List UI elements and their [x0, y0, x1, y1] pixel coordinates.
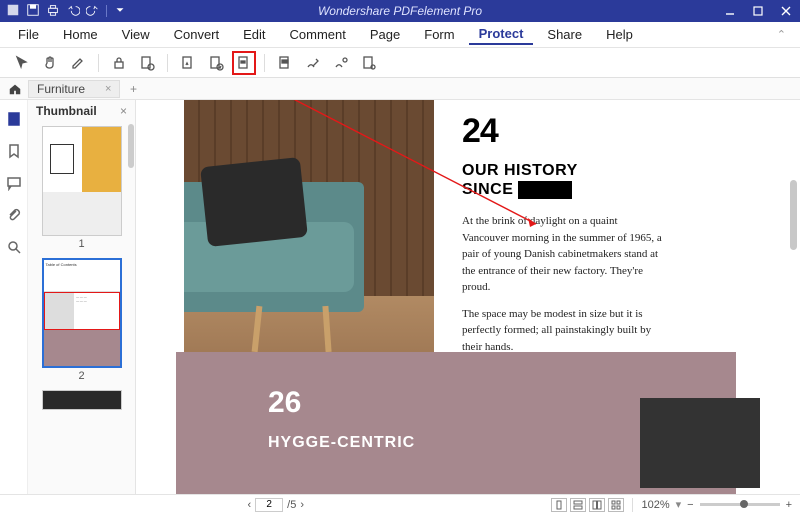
zoom-out-icon[interactable]: −: [687, 499, 693, 511]
redaction-properties-icon[interactable]: [329, 51, 353, 75]
body-paragraph: The space may be modest in size but it i…: [462, 306, 662, 356]
protect-toolbar: [0, 48, 800, 78]
tab-close-icon[interactable]: ×: [105, 83, 111, 95]
collapse-ribbon-icon[interactable]: ⌃: [771, 28, 792, 41]
maximize-button[interactable]: [748, 2, 768, 20]
home-tab-icon[interactable]: [6, 80, 24, 98]
menu-bar: File Home View Convert Edit Comment Page…: [0, 22, 800, 48]
menu-protect[interactable]: Protect: [469, 24, 534, 45]
menu-comment[interactable]: Comment: [280, 25, 356, 44]
page-image-sofa: [184, 100, 434, 352]
page-number-input[interactable]: [255, 498, 283, 512]
menu-home[interactable]: Home: [53, 25, 108, 44]
bookmark-panel-icon[interactable]: [5, 142, 23, 160]
two-page-view-icon[interactable]: [589, 498, 605, 512]
page-section-lower: 26 HYGGE-CENTRIC: [176, 352, 736, 494]
edit-tool-icon[interactable]: [66, 51, 90, 75]
attachment-panel-icon[interactable]: [5, 206, 23, 224]
next-page-icon[interactable]: ›: [300, 499, 304, 511]
dropdown-icon[interactable]: [113, 3, 127, 20]
thumbnail-page-2[interactable]: Table of Contents — — —— — — 2: [34, 258, 129, 382]
thumbnail-panel: Thumbnail × 1 Table of Contents — — —— —…: [28, 100, 136, 494]
document-canvas[interactable]: 24 OUR HISTORY SINCE At the brink of day…: [136, 100, 800, 494]
redo-icon[interactable]: [86, 3, 100, 20]
thumbnail-number: 2: [78, 370, 84, 382]
sign-document-icon[interactable]: [176, 51, 200, 75]
close-button[interactable]: [776, 2, 796, 20]
hand-tool-icon[interactable]: [38, 51, 62, 75]
side-rail: [0, 100, 28, 494]
app-title: Wondershare PDFelement Pro: [318, 4, 482, 18]
zoom-value: 102%: [641, 499, 669, 511]
title-bar: Wondershare PDFelement Pro: [0, 0, 800, 22]
menu-file[interactable]: File: [8, 25, 49, 44]
menu-form[interactable]: Form: [414, 25, 464, 44]
remove-password-icon[interactable]: [135, 51, 159, 75]
section-heading: OUR HISTORY SINCE: [462, 161, 718, 199]
document-tab-bar: Furniture × +: [0, 78, 800, 100]
search-panel-icon[interactable]: [5, 238, 23, 256]
thumbnail-panel-close-icon[interactable]: ×: [120, 104, 127, 118]
app-logo-icon: [6, 3, 20, 20]
minimize-button[interactable]: [720, 2, 740, 20]
print-icon[interactable]: [46, 3, 60, 20]
page-view: 24 OUR HISTORY SINCE At the brink of day…: [176, 100, 736, 494]
encrypt-password-icon[interactable]: [107, 51, 131, 75]
zoom-slider[interactable]: [700, 503, 780, 506]
continuous-view-icon[interactable]: [570, 498, 586, 512]
menu-page[interactable]: Page: [360, 25, 410, 44]
menu-view[interactable]: View: [112, 25, 160, 44]
thumbnail-scrollbar[interactable]: [128, 124, 134, 168]
menu-edit[interactable]: Edit: [233, 25, 275, 44]
thumbnail-page-3[interactable]: [34, 390, 129, 410]
zoom-control: 102% ▾ − +: [641, 498, 792, 511]
redaction-settings-icon[interactable]: [357, 51, 381, 75]
comment-panel-icon[interactable]: [5, 174, 23, 192]
apply-redaction-icon[interactable]: [273, 51, 297, 75]
save-icon[interactable]: [26, 3, 40, 20]
menu-convert[interactable]: Convert: [164, 25, 230, 44]
menu-help[interactable]: Help: [596, 25, 643, 44]
new-tab-button[interactable]: +: [124, 80, 142, 98]
page-navigator: ‹ /5 ›: [247, 498, 304, 512]
section-number: 24: [462, 112, 718, 151]
redaction-mark[interactable]: [518, 181, 572, 199]
thumbnail-number: 1: [78, 238, 84, 250]
page-image-dark: [640, 398, 760, 488]
search-redact-icon[interactable]: [301, 51, 325, 75]
validate-signatures-icon[interactable]: [204, 51, 228, 75]
undo-icon[interactable]: [66, 3, 80, 20]
tab-title: Furniture: [37, 82, 85, 96]
prev-page-icon[interactable]: ‹: [247, 499, 251, 511]
page-total: /5: [287, 499, 296, 511]
menu-share[interactable]: Share: [537, 25, 592, 44]
status-bar: ‹ /5 › 102% ▾ − +: [0, 494, 800, 514]
select-tool-icon[interactable]: [10, 51, 34, 75]
view-mode-group: [551, 498, 624, 512]
thumbnail-page-1[interactable]: 1: [34, 126, 129, 250]
thumbnail-panel-icon[interactable]: [5, 110, 23, 128]
mark-for-redaction-icon[interactable]: [232, 51, 256, 75]
body-paragraph: At the brink of daylight on a quaint Van…: [462, 213, 662, 296]
thumbnail-view-icon[interactable]: [608, 498, 624, 512]
document-tab[interactable]: Furniture ×: [28, 80, 120, 98]
thumbnail-panel-title: Thumbnail: [36, 104, 97, 118]
single-page-view-icon[interactable]: [551, 498, 567, 512]
zoom-in-icon[interactable]: +: [786, 499, 792, 511]
canvas-scrollbar[interactable]: [790, 180, 797, 250]
